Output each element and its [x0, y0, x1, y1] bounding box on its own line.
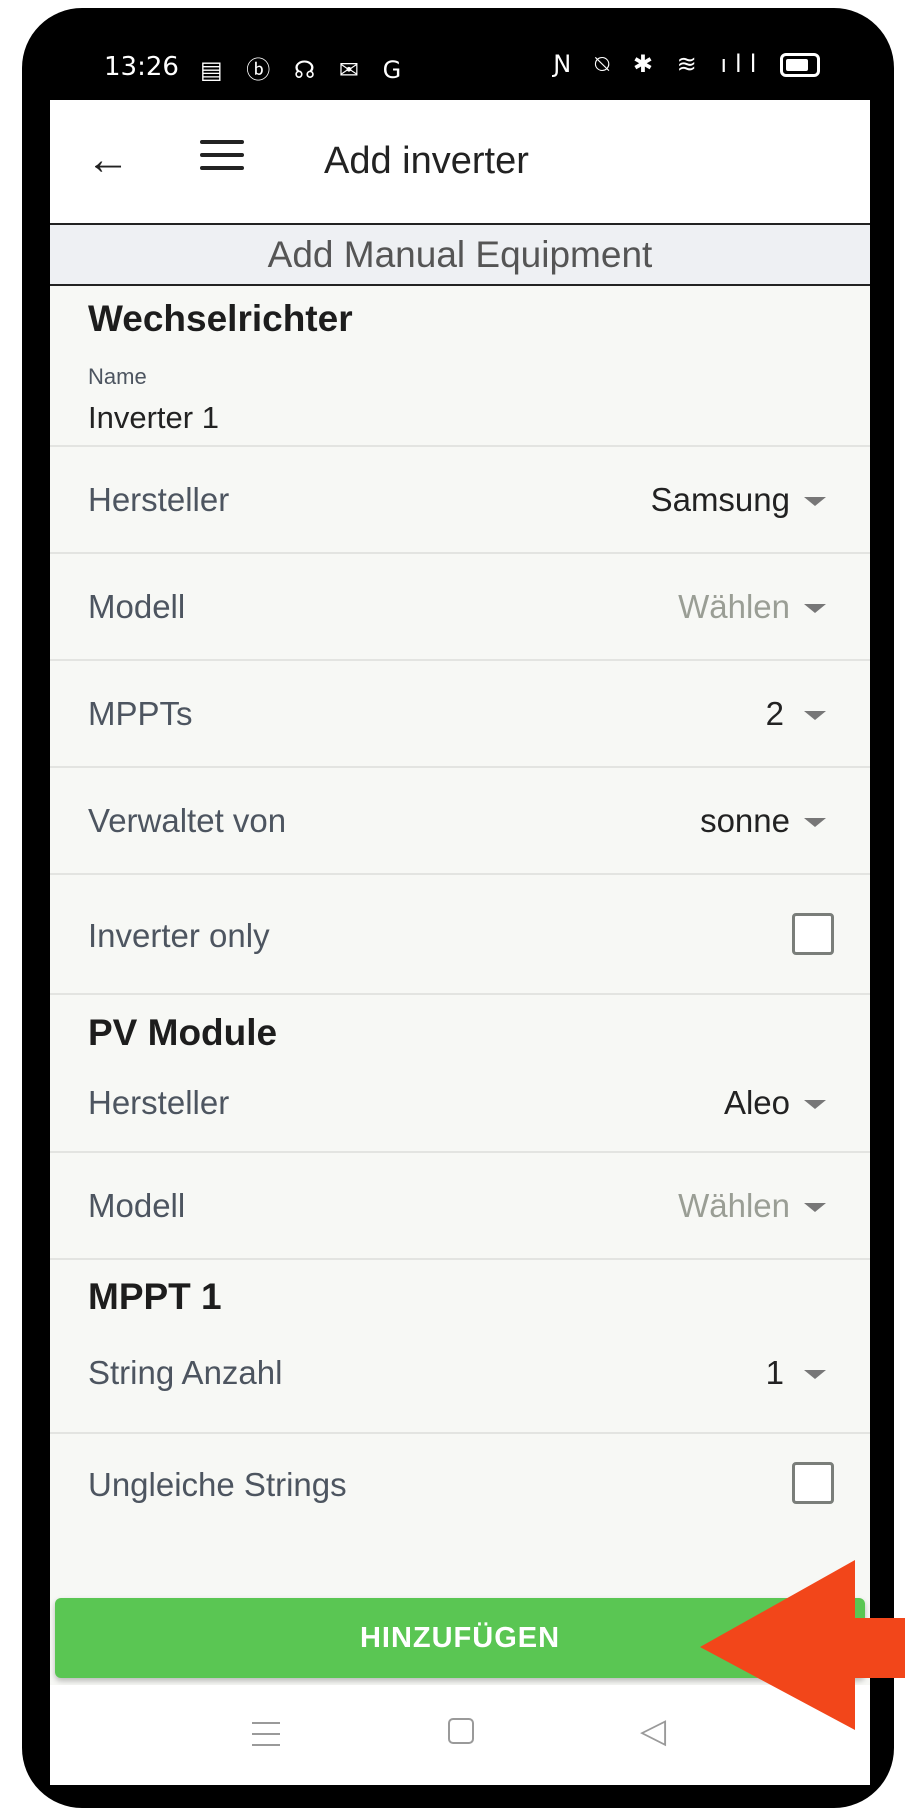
status-bar: 13:26 ▤ ⓑ ☊ ✉ G Ɲ ⍉ ✱ ≋ ıll [50, 30, 870, 100]
inverter-model-select[interactable]: Modell Wählen [50, 554, 870, 661]
inverter-model-value: Wählen [678, 588, 790, 625]
name-label: Name [88, 364, 147, 389]
chevron-down-icon [804, 1100, 826, 1109]
annotation-arrow-icon [700, 1560, 905, 1730]
notification-icons: ▤ ⓑ ☊ ✉ G [200, 56, 410, 84]
inverter-manufacturer-label: Hersteller [88, 481, 230, 518]
mppts-value: 2 [765, 695, 784, 732]
section-title-inverter: Wechselrichter [88, 298, 353, 339]
home-icon[interactable] [448, 1718, 474, 1744]
inverter-model-label: Modell [88, 588, 186, 625]
string-count-label: String Anzahl [88, 1354, 283, 1391]
managed-by-label: Verwaltet von [88, 802, 287, 839]
chevron-down-icon [804, 711, 826, 720]
subheader: Add Manual Equipment [50, 225, 870, 286]
chevron-down-icon [804, 604, 826, 613]
chevron-down-icon [804, 818, 826, 827]
app-screen: ← Add inverter Add Manual Equipment Wech… [50, 100, 870, 1785]
arrow-left-icon[interactable]: ← [86, 136, 134, 184]
pv-model-select[interactable]: Modell Wählen [50, 1153, 870, 1260]
mppts-label: MPPTs [88, 695, 193, 732]
signal-icons: Ɲ ⍉ ✱ ≋ ıll [553, 50, 765, 78]
page-title: Add inverter [324, 140, 529, 182]
inverter-only-row: Inverter only [50, 875, 870, 995]
inverter-only-label: Inverter only [88, 917, 270, 954]
managed-by-select[interactable]: Verwaltet von sonne [50, 768, 870, 875]
menu-icon[interactable] [252, 1722, 280, 1755]
name-value[interactable]: Inverter 1 [88, 400, 219, 436]
unequal-strings-label: Ungleiche Strings [88, 1466, 347, 1503]
string-count-value: 1 [765, 1354, 784, 1391]
chevron-down-icon [804, 1203, 826, 1212]
status-time: 13:26 [104, 52, 179, 82]
pv-manufacturer-select[interactable]: Hersteller Aleo [50, 1054, 870, 1153]
app-bar: ← Add inverter [50, 100, 870, 225]
chevron-down-icon [804, 1370, 826, 1379]
section-title-pv-module: PV Module [88, 1012, 278, 1053]
inverter-manufacturer-value: Samsung [650, 481, 790, 518]
back-icon[interactable]: ◁ [640, 1711, 666, 1751]
pv-manufacturer-value: Aleo [723, 1084, 790, 1121]
inverter-manufacturer-select[interactable]: Hersteller Samsung [50, 447, 870, 554]
pv-manufacturer-label: Hersteller [88, 1084, 230, 1121]
pv-model-label: Modell [88, 1187, 186, 1224]
section-title-mppt1: MPPT 1 [88, 1276, 222, 1317]
unequal-strings-checkbox[interactable] [792, 1462, 834, 1504]
system-icons: Ɲ ⍉ ✱ ≋ ıll [553, 50, 820, 78]
chevron-down-icon [804, 497, 826, 506]
name-field[interactable]: Name Inverter 1 [50, 346, 870, 447]
pv-model-value: Wählen [678, 1187, 790, 1224]
hamburger-icon[interactable] [200, 140, 244, 180]
mppts-select[interactable]: MPPTs 2 [50, 661, 870, 768]
unequal-strings-row: Ungleiche Strings [50, 1434, 870, 1544]
inverter-only-checkbox[interactable] [792, 913, 834, 955]
battery-icon [780, 53, 820, 77]
string-count-select[interactable]: String Anzahl 1 [50, 1320, 870, 1434]
managed-by-value: sonne [700, 802, 790, 839]
